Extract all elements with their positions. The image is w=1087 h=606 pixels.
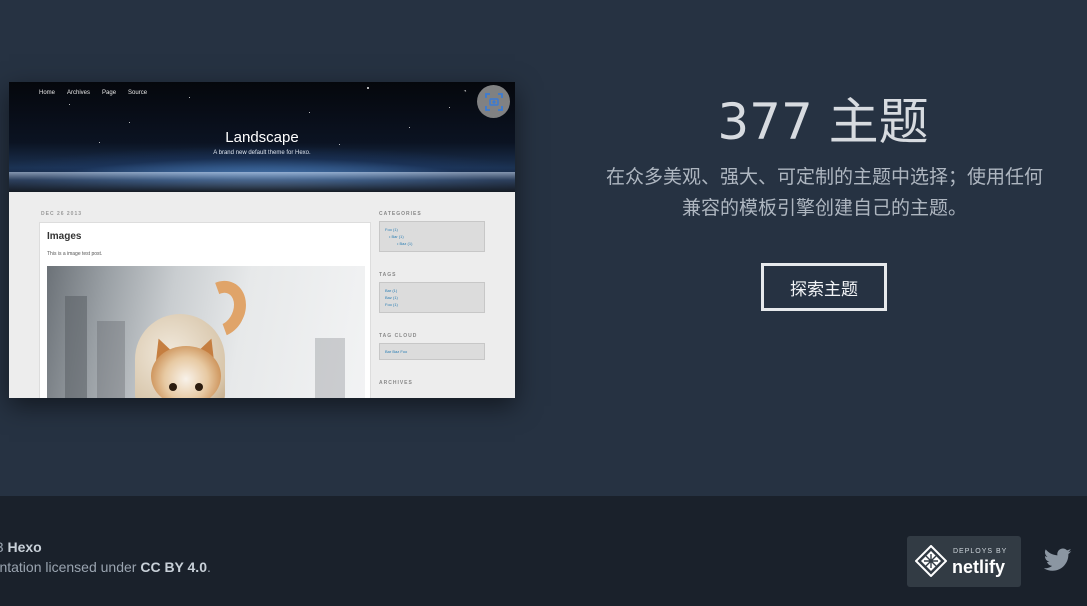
preview-tags-heading: TAGS (379, 272, 397, 278)
footer-hexo-link[interactable]: Hexo (7, 539, 41, 555)
footer-copyright: 23 Hexo (0, 539, 42, 555)
preview-nav-source: Source (128, 90, 148, 96)
preview-nav-home: Home (39, 90, 56, 96)
preview-archives-heading: ARCHIVES (379, 380, 413, 386)
preview-post-title: Images (47, 231, 82, 242)
preview-article: Images This is a image test post. (39, 222, 371, 398)
preview-categories-heading: CATEGORIES (379, 211, 422, 217)
themes-showcase: Home Archives Page Source ◔ Landscape A … (0, 0, 1087, 496)
preview-tagcloud: Bar Baz Foo (379, 343, 485, 360)
netlify-logo-icon (914, 544, 948, 582)
twitter-icon[interactable] (1043, 548, 1072, 577)
preview-nav: Home Archives Page Source (39, 90, 147, 96)
preview-header: Home Archives Page Source ◔ Landscape A … (9, 82, 515, 192)
preview-nav-archives: Archives (67, 90, 91, 96)
preview-post-text: This is a image test post. (47, 251, 103, 257)
preview-nav-page: Page (102, 90, 117, 96)
camera-scan-icon[interactable] (477, 85, 510, 118)
preview-post-date: DEC 26 2013 (41, 211, 83, 217)
site-footer: 23 Hexo mentation licensed under CC BY 4… (0, 496, 1087, 606)
themes-description: 在众多美观、强大、可定制的主题中选择；使用任何兼容的模板引擎创建自己的主题。 (605, 166, 1043, 219)
preview-body: DEC 26 2013 Images This is a image test … (9, 192, 515, 398)
preview-cat-photo (47, 266, 365, 398)
preview-categories: Foo (1) • Bar (1) • Baz (1) (379, 221, 485, 252)
preview-tags: Bar (1) Baz (1) Foo (1) (379, 282, 485, 313)
theme-preview-screenshot[interactable]: Home Archives Page Source ◔ Landscape A … (9, 82, 515, 398)
preview-subtitle: A brand new default theme for Hexo. (213, 150, 311, 156)
themes-count-heading: 377 主题 (717, 93, 929, 151)
license-link[interactable]: CC BY 4.0 (140, 559, 207, 575)
preview-tagcloud-heading: TAG CLOUD (379, 333, 418, 339)
preview-title: Landscape (225, 129, 299, 146)
preview-sidebar: CATEGORIES Foo (1) • Bar (1) • Baz (1) T… (379, 211, 485, 390)
footer-license: mentation licensed under CC BY 4.0. (0, 559, 211, 575)
rss-icon: ◔ (463, 89, 467, 95)
netlify-badge[interactable]: DEPLOYS BY netlify (907, 536, 1021, 587)
explore-themes-button[interactable]: 探索主题 (761, 263, 887, 311)
